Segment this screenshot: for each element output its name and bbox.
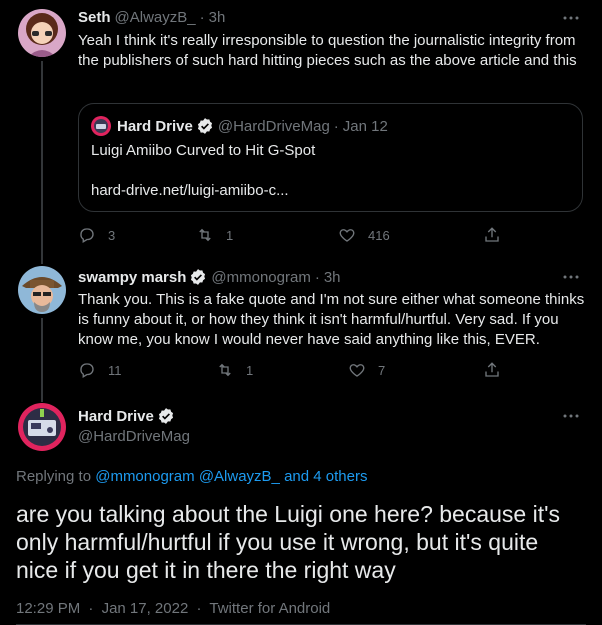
quote-handle: @HardDriveMag (217, 117, 330, 135)
tweet-header: Seth @AlwayzB_ · 3h (78, 9, 225, 26)
more-icon[interactable] (562, 9, 580, 27)
more-icon[interactable] (562, 268, 580, 286)
avatar-hard-drive-small (91, 116, 111, 136)
client-name[interactable]: Twitter for Android (209, 600, 330, 617)
quote-display-name: Hard Drive (117, 117, 193, 135)
share-button[interactable] (483, 361, 501, 379)
reply-count: 11 (108, 362, 122, 378)
tweet-seth[interactable]: Seth @AlwayzB_ · 3h Yeah I think it's re… (0, 0, 602, 257)
display-name[interactable]: swampy marsh (78, 269, 186, 286)
share-button[interactable] (483, 226, 501, 244)
verified-icon (157, 407, 175, 425)
handle[interactable]: @AlwayzB_ (115, 9, 196, 26)
quote-header: Hard Drive @HardDriveMag · Jan 12 (91, 116, 388, 136)
main-date[interactable]: Jan 17, 2022 (102, 600, 189, 617)
timestamp[interactable]: 3h (324, 269, 341, 286)
quoted-tweet[interactable]: Hard Drive @HardDriveMag · Jan 12 Luigi … (78, 103, 583, 212)
tweet-text: Yeah I think it's really irresponsible t… (78, 32, 577, 69)
retweet-button[interactable]: 1 (216, 361, 253, 379)
retweet-button[interactable]: 1 (196, 226, 233, 244)
retweet-icon (219, 363, 231, 377)
avatar-swampy-marsh[interactable] (18, 266, 66, 314)
avatar-hard-drive[interactable] (18, 403, 66, 451)
reply-button[interactable]: 3 (78, 226, 115, 244)
like-count: 416 (368, 227, 390, 243)
separator-dot: · (199, 9, 205, 26)
thread-line (41, 61, 43, 257)
retweet-count: 1 (226, 227, 234, 243)
tweet-actions: 11 1 7 (78, 361, 508, 381)
like-count: 7 (378, 362, 386, 378)
reply-icon (80, 228, 94, 243)
retweet-icon (199, 228, 211, 242)
verified-icon (196, 117, 214, 135)
quote-title: Luigi Amiibo Curved to Hit G-Spot (91, 142, 316, 159)
like-icon (349, 364, 365, 377)
verified-icon (189, 268, 207, 286)
tweet-text: Thank you. This is a fake quote and I'm … (78, 291, 585, 348)
tweet-meta: 12:29 PM · Jan 17, 2022 · Twitter for An… (16, 600, 331, 617)
reply-button[interactable]: 11 (78, 361, 122, 379)
like-icon (339, 229, 355, 242)
quote-link[interactable]: hard-drive.net/luigi-amiibo-c... (91, 181, 289, 201)
mention-alwayzb[interactable]: @AlwayzB_ (199, 468, 280, 485)
tweet-header: swampy marsh @mmonogram · 3h (78, 268, 341, 286)
reply-icon (80, 363, 94, 378)
mention-mmonogram[interactable]: @mmonogram (95, 468, 194, 485)
quote-date: Jan 12 (342, 117, 388, 135)
like-button[interactable]: 7 (348, 361, 385, 379)
main-handle[interactable]: @HardDriveMag (78, 428, 190, 445)
main-timestamp[interactable]: 12:29 PM (16, 600, 80, 617)
share-icon (485, 362, 499, 377)
more-icon[interactable] (562, 407, 580, 425)
handle[interactable]: @mmonogram (211, 269, 310, 286)
share-icon (485, 227, 499, 242)
mention-others[interactable]: and 4 others (284, 468, 367, 485)
avatar-seth[interactable] (18, 9, 66, 57)
main-tweet-text: are you talking about the Luigi one here… (16, 501, 560, 583)
display-name[interactable]: Seth (78, 9, 111, 26)
main-display-name[interactable]: Hard Drive (78, 408, 154, 425)
retweet-count: 1 (246, 362, 254, 378)
reply-count: 3 (108, 227, 116, 243)
like-button[interactable]: 416 (338, 226, 390, 244)
timestamp[interactable]: 3h (209, 9, 226, 26)
tweet-actions: 3 1 416 (78, 226, 508, 246)
replying-to: Replying to @mmonogram @AlwayzB_ and 4 o… (16, 468, 367, 485)
tweet-swampy-marsh[interactable]: swampy marsh @mmonogram · 3h Thank you. … (0, 255, 602, 402)
main-tweet-header: Hard Drive (78, 407, 175, 425)
replying-prefix: Replying to (16, 468, 92, 485)
